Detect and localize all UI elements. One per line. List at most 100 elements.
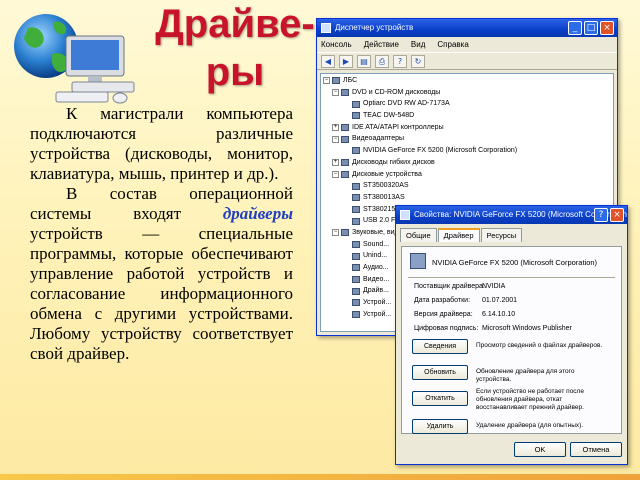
collapse-icon[interactable]: − — [332, 135, 339, 143]
slide-bottom-border — [0, 474, 640, 480]
device-icon — [352, 100, 360, 108]
tree-item-label: Unind... — [363, 252, 388, 260]
collapse-icon[interactable]: − — [332, 89, 339, 97]
tree-item[interactable]: − ЛБС — [323, 75, 611, 87]
divider — [408, 277, 615, 278]
dialog-close-button[interactable]: × — [610, 208, 624, 222]
cancel-button[interactable]: Отмена — [570, 442, 622, 457]
tree-item-label: Дисковые устройства — [352, 170, 422, 178]
device-icon — [352, 217, 360, 225]
collapse-icon[interactable]: − — [332, 229, 339, 237]
tree-item[interactable]: ST380013AS — [323, 192, 611, 204]
expand-icon[interactable]: + — [332, 159, 339, 167]
update-driver-button[interactable]: Обновить — [412, 365, 468, 380]
tree-item[interactable]: ST3500320AS — [323, 180, 611, 192]
menu-view[interactable]: Вид — [411, 37, 425, 52]
device-icon — [332, 77, 340, 85]
device-manager-icon — [321, 23, 331, 33]
tree-item-label: NVIDIA GeForce FX 5200 (Microsoft Corpor… — [363, 147, 518, 155]
driver-details-button[interactable]: Сведения — [412, 339, 468, 354]
tab-resources[interactable]: Ресурсы — [480, 228, 523, 242]
properties-titlebar[interactable]: Свойства: NVIDIA GeForce FX 5200 (Micros… — [396, 206, 627, 224]
device-icon — [341, 135, 349, 143]
maximize-button[interactable]: □ — [584, 21, 598, 35]
device-manager-titlebar[interactable]: Диспетчер устройств _ □ × — [317, 19, 617, 37]
tree-item[interactable]: − Видеоадаптеры — [323, 133, 611, 145]
tab-general[interactable]: Общие — [400, 228, 437, 242]
device-icon — [341, 124, 349, 132]
collapse-icon[interactable]: − — [332, 170, 339, 178]
device-icon — [352, 311, 360, 319]
help-icon[interactable]: ? — [393, 55, 407, 68]
minimize-button[interactable]: _ — [568, 21, 582, 35]
paragraph-1: К магистрали компьютера подключаются раз… — [30, 104, 293, 183]
close-button[interactable]: × — [600, 21, 614, 35]
tab-strip: Общие Драйвер Ресурсы — [396, 224, 627, 242]
label-driver-date: Дата разработки: — [414, 297, 471, 304]
device-icon — [352, 299, 360, 307]
device-icon — [352, 182, 360, 190]
tree-item-label: Аудио... — [363, 264, 389, 271]
tree-item[interactable]: + IDE ATA/ATAPI контроллеры — [323, 122, 611, 134]
menu-action[interactable]: Действие — [364, 37, 399, 52]
device-icon — [352, 252, 360, 260]
device-manager-title: Диспетчер устройств — [335, 23, 414, 32]
slide-title: Драйве- ры — [155, 2, 315, 94]
tree-item[interactable]: − Дисковые устройства — [323, 169, 611, 181]
value-driver-version: 6.14.10.10 — [482, 311, 516, 318]
toolbar: ◀ ▶ ▤ ⎙ ? ↻ — [317, 52, 617, 70]
print-icon[interactable]: ⎙ — [375, 55, 389, 68]
device-icon — [352, 112, 360, 120]
menu-console[interactable]: Консоль — [321, 37, 352, 52]
update-driver-desc: Обновление драйвера для этого устройства… — [476, 368, 575, 383]
tree-item-label: Sound... — [363, 240, 390, 248]
label-digital-signer: Цифровая подпись: — [414, 325, 479, 332]
properties-icon[interactable]: ▤ — [357, 55, 371, 68]
forward-icon[interactable]: ▶ — [339, 55, 353, 68]
device-icon — [352, 147, 360, 155]
menu-help[interactable]: Справка — [437, 37, 468, 52]
device-icon — [341, 170, 349, 178]
tree-item[interactable]: NVIDIA GeForce FX 5200 (Microsoft Corpor… — [323, 145, 611, 157]
tab-driver[interactable]: Драйвер — [437, 228, 480, 242]
label-driver-version: Версия драйвера: — [414, 311, 473, 318]
device-icon — [352, 287, 360, 295]
tree-item-label: Видеоадаптеры — [352, 135, 405, 143]
device-name: NVIDIA GeForce FX 5200 (Microsoft Corpor… — [432, 258, 598, 267]
refresh-icon[interactable]: ↻ — [411, 55, 425, 68]
tree-item[interactable]: + Дисководы гибких дисков — [323, 157, 611, 169]
value-driver-date: 01.07.2001 — [482, 297, 518, 304]
device-icon — [341, 159, 349, 167]
tree-item-label: Устрой... — [363, 299, 392, 307]
tree-item-label: Дисководы гибких дисков — [352, 158, 435, 166]
tree-item[interactable]: TEAC DW-548D — [323, 110, 611, 122]
collapse-icon[interactable]: − — [323, 77, 330, 85]
tree-item-label: DVD и CD-ROM дисководы — [352, 88, 441, 96]
expand-icon[interactable]: + — [332, 124, 339, 132]
slide-body: К магистрали компьютера подключаются раз… — [30, 104, 293, 364]
properties-icon — [400, 210, 410, 220]
help-button[interactable]: ? — [594, 208, 608, 222]
uninstall-driver-button[interactable]: Удалить — [412, 419, 468, 434]
uninstall-driver-desc: Удаление драйвера (для опытных). — [476, 422, 584, 429]
properties-dialog: Свойства: NVIDIA GeForce FX 5200 (Micros… — [395, 205, 628, 465]
back-icon[interactable]: ◀ — [321, 55, 335, 68]
tree-item-label: Optiarc DVD RW AD-7173A — [363, 100, 450, 108]
paragraph-2-end: устройств — специальные программы, котор… — [30, 224, 293, 363]
tree-item-label: Устрой... — [363, 310, 392, 318]
tree-item-label: Видео... — [363, 275, 390, 283]
device-icon — [352, 276, 360, 284]
device-icon — [341, 89, 349, 97]
tree-item[interactable]: − DVD и CD-ROM дисководы — [323, 87, 611, 99]
label-driver-provider: Поставщик драйвера: — [414, 283, 485, 290]
tree-item-label: Драйв... — [363, 287, 389, 295]
value-digital-signer: Microsoft Windows Publisher — [482, 325, 572, 332]
tree-item-label: ЛБС — [343, 77, 358, 84]
device-icon — [352, 194, 360, 202]
ok-button[interactable]: OK — [514, 442, 566, 457]
tree-item[interactable]: Optiarc DVD RW AD-7173A — [323, 98, 611, 110]
roll-back-driver-desc: Если устройство не работает после обновл… — [476, 388, 584, 411]
roll-back-driver-button[interactable]: Откатить — [412, 391, 468, 406]
device-icon — [341, 229, 349, 237]
driver-tab-pane: NVIDIA GeForce FX 5200 (Microsoft Corpor… — [401, 246, 622, 434]
